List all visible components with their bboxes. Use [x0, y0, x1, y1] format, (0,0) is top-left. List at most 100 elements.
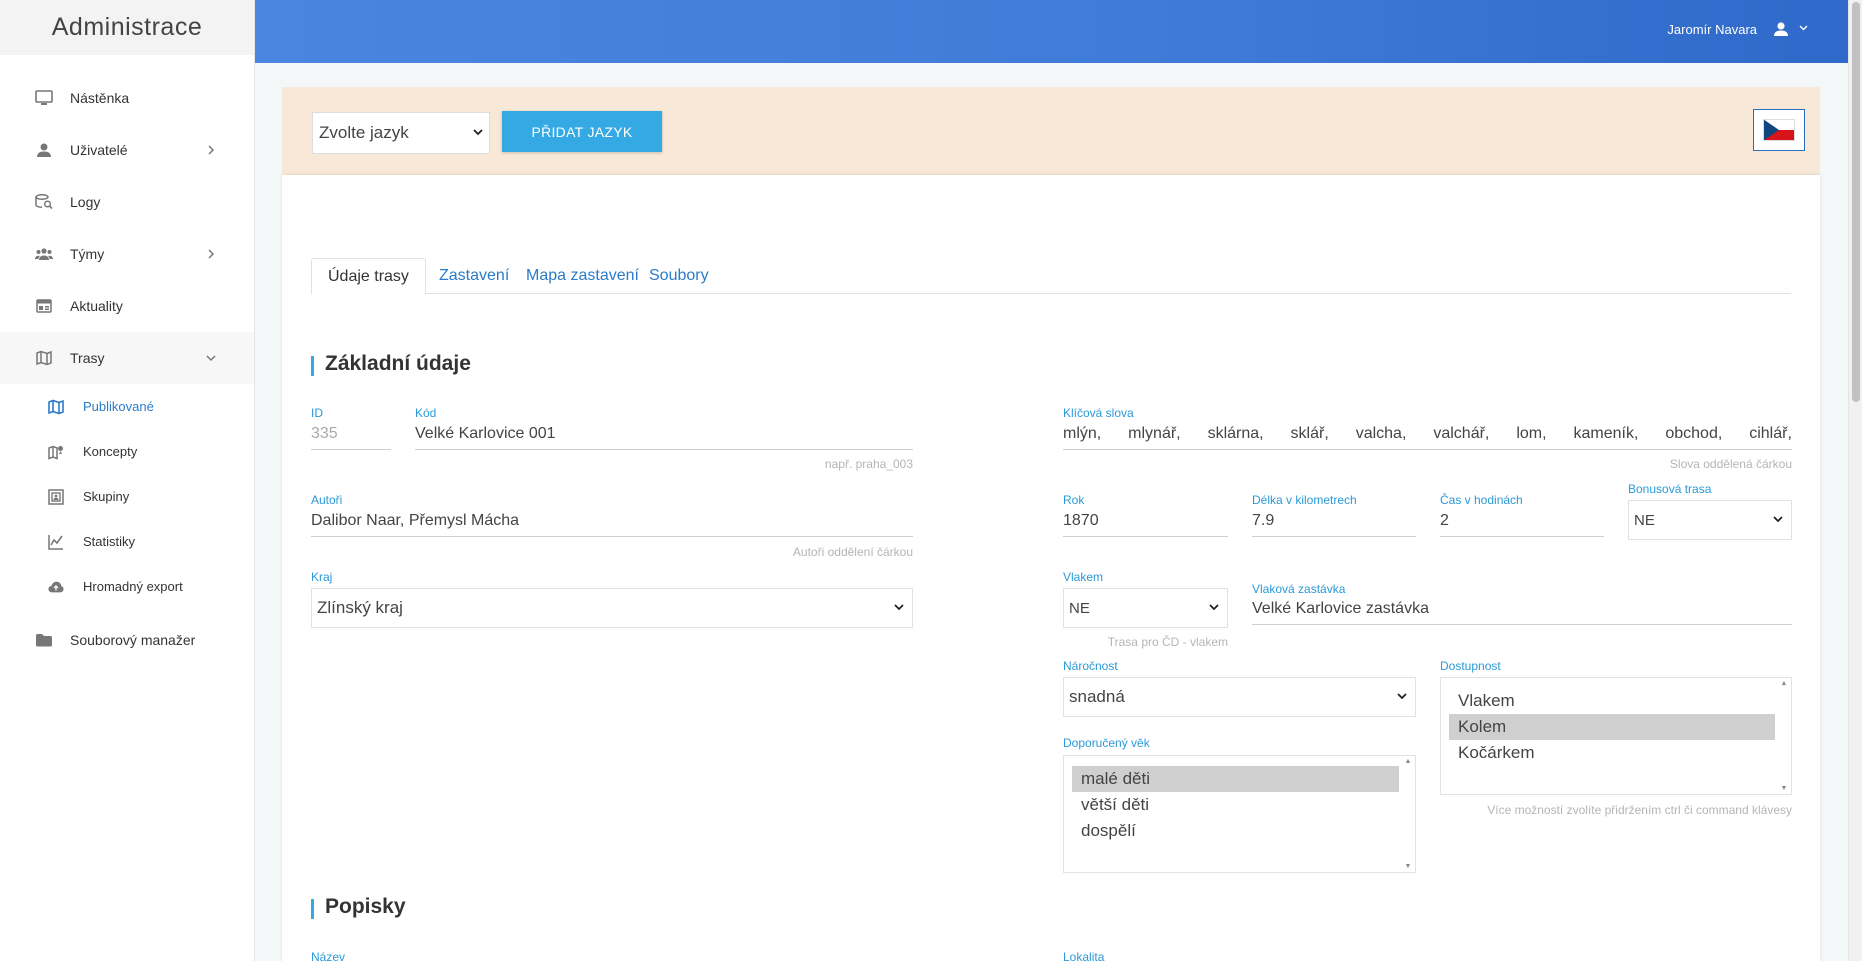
difficulty-select[interactable]: snadná: [1063, 677, 1416, 717]
chart-icon: [48, 534, 64, 550]
user-icon: [35, 141, 53, 159]
sidebar-subitem-skupiny[interactable]: Skupiny: [0, 474, 254, 519]
language-select[interactable]: Zvolte jazyk: [312, 112, 490, 154]
user-menu[interactable]: Jaromír Navara: [1667, 21, 1808, 37]
id-label: ID: [311, 406, 323, 420]
keywords-label: Klíčová slova: [1063, 406, 1134, 420]
code-label: Kód: [415, 406, 437, 420]
keyword: lom,: [1516, 425, 1547, 442]
chevron-right-icon: [206, 249, 216, 259]
access-option[interactable]: Vlakem: [1449, 688, 1775, 714]
train-select[interactable]: NE: [1063, 588, 1228, 628]
listbox-scrollbar[interactable]: ▲ ▼: [1403, 758, 1413, 870]
access-option-selected[interactable]: Kolem: [1449, 714, 1775, 740]
language-flag-button[interactable]: [1753, 109, 1805, 151]
chevron-down-icon: [894, 604, 904, 612]
authors-field[interactable]: Dalibor Naar, Přemysl Mácha: [311, 512, 913, 537]
station-field[interactable]: Velké Karlovice zastávka: [1252, 600, 1792, 625]
keyword: obchod,: [1665, 425, 1723, 442]
map-icon: [35, 349, 53, 367]
sidebar-subitem-label: Hromadný export: [83, 579, 183, 594]
sidebar-item-trasy[interactable]: Trasy: [0, 332, 254, 384]
sidebar-subitem-koncepty[interactable]: Koncepty: [0, 429, 254, 474]
group-icon: [35, 245, 53, 263]
chevron-down-icon: [1799, 25, 1808, 34]
keyword: valchář,: [1433, 425, 1490, 442]
access-multiselect[interactable]: Vlakem Kolem Kočárkem ▲ ▼: [1440, 677, 1792, 795]
train-hint: Trasa pro ČD - vlakem: [1107, 635, 1228, 649]
scrollbar-thumb[interactable]: [1852, 2, 1860, 402]
region-select-value: Zlínský kraj: [317, 598, 403, 617]
sidebar-item-label: Aktuality: [70, 298, 123, 314]
keywords-field[interactable]: mlýn, mlynář, sklárna, sklář, valcha, va…: [1063, 425, 1792, 450]
sidebar: Administrace Nástěnka Uživatelé Logy Tým…: [0, 0, 255, 961]
id-field: 335: [311, 425, 391, 450]
sidebar-item-souborovy-manazer[interactable]: Souborový manažer: [0, 614, 254, 666]
length-label: Délka v kilometrech: [1252, 493, 1357, 507]
code-field[interactable]: Velké Karlovice 001: [415, 425, 913, 450]
keyword: cihlář,: [1749, 425, 1792, 442]
bonus-select[interactable]: NE: [1628, 500, 1792, 540]
add-language-button[interactable]: PŘIDAT JAZYK: [502, 111, 662, 152]
sidebar-item-tymy[interactable]: Týmy: [0, 228, 254, 280]
folder-icon: [35, 631, 53, 649]
chevron-down-icon: [206, 353, 216, 363]
locality-label: Lokalita: [1063, 950, 1105, 961]
chevron-down-icon: [473, 129, 483, 137]
sidebar-subitem-statistiky[interactable]: Statistiky: [0, 519, 254, 564]
sidebar-item-label: Nástěnka: [70, 90, 130, 106]
length-field[interactable]: 7.9: [1252, 512, 1416, 537]
age-multiselect[interactable]: malé děti větší děti dospělí ▲ ▼: [1063, 755, 1416, 873]
top-header: Jaromír Navara: [255, 0, 1848, 63]
sidebar-subitem-hromadny-export[interactable]: Hromadný export: [0, 564, 254, 609]
age-option[interactable]: dospělí: [1072, 818, 1399, 844]
sidebar-item-label: Trasy: [70, 350, 105, 366]
year-field[interactable]: 1870: [1063, 512, 1228, 537]
map-pin-icon: [48, 444, 64, 460]
tab-udaje-trasy[interactable]: Údaje trasy: [311, 258, 426, 295]
user-icon: [1773, 21, 1789, 37]
difficulty-select-value: snadná: [1069, 687, 1125, 706]
bonus-label: Bonusová trasa: [1628, 482, 1712, 496]
keyword: sklárna,: [1207, 425, 1264, 442]
sidebar-nav-bottom: Souborový manažer: [0, 614, 254, 666]
age-option-selected[interactable]: malé děti: [1072, 766, 1399, 792]
keyword: valcha,: [1355, 425, 1407, 442]
keyword: kameník,: [1573, 425, 1639, 442]
section-title-descriptions: Popisky: [311, 895, 406, 919]
sidebar-item-logy[interactable]: Logy: [0, 176, 254, 228]
brand-title: Administrace: [0, 0, 254, 55]
keyword: mlýn,: [1063, 425, 1102, 442]
sidebar-item-aktuality[interactable]: Aktuality: [0, 280, 254, 332]
page-scrollbar[interactable]: [1848, 0, 1862, 961]
sidebar-subitem-label: Skupiny: [83, 489, 130, 504]
age-label: Doporučený věk: [1063, 736, 1150, 750]
language-bar: Zvolte jazyk PŘIDAT JAZYK: [282, 87, 1820, 175]
sidebar-subitem-publikovane[interactable]: Publikované: [0, 384, 254, 429]
trasy-submenu: Publikované Koncepty Skupiny Statistiky …: [0, 384, 254, 609]
station-label: Vlaková zastávka: [1252, 582, 1346, 596]
authors-hint: Autoři oddělení čárkou: [792, 545, 913, 559]
route-tabs: Údaje trasy Zastavení Mapa zastavení Sou…: [311, 258, 1791, 295]
region-label: Kraj: [311, 570, 333, 584]
section-title-basic: Základní údaje: [311, 352, 471, 376]
sidebar-item-label: Týmy: [70, 246, 105, 262]
age-option[interactable]: větší děti: [1072, 792, 1399, 818]
listbox-scrollbar[interactable]: ▲ ▼: [1779, 680, 1789, 792]
cloud-upload-icon: [48, 579, 64, 595]
code-hint: např. praha_003: [824, 457, 913, 471]
sidebar-item-uzivatele[interactable]: Uživatelé: [0, 124, 254, 176]
access-option[interactable]: Kočárkem: [1449, 740, 1775, 766]
region-select[interactable]: Zlínský kraj: [311, 588, 913, 628]
map-icon: [48, 399, 64, 415]
sidebar-item-label: Uživatelé: [70, 142, 128, 158]
time-field[interactable]: 2: [1440, 512, 1604, 537]
sidebar-item-nastenka[interactable]: Nástěnka: [0, 72, 254, 124]
keywords-hint: Slova oddělená čárkou: [1669, 457, 1792, 471]
user-name: Jaromír Navara: [1667, 21, 1757, 37]
train-label: Vlakem: [1063, 570, 1104, 584]
chevron-down-icon: [1209, 604, 1219, 612]
authors-label: Autoři: [311, 493, 343, 507]
tab-soubory[interactable]: Soubory: [633, 258, 725, 294]
keyword: mlynář,: [1128, 425, 1181, 442]
